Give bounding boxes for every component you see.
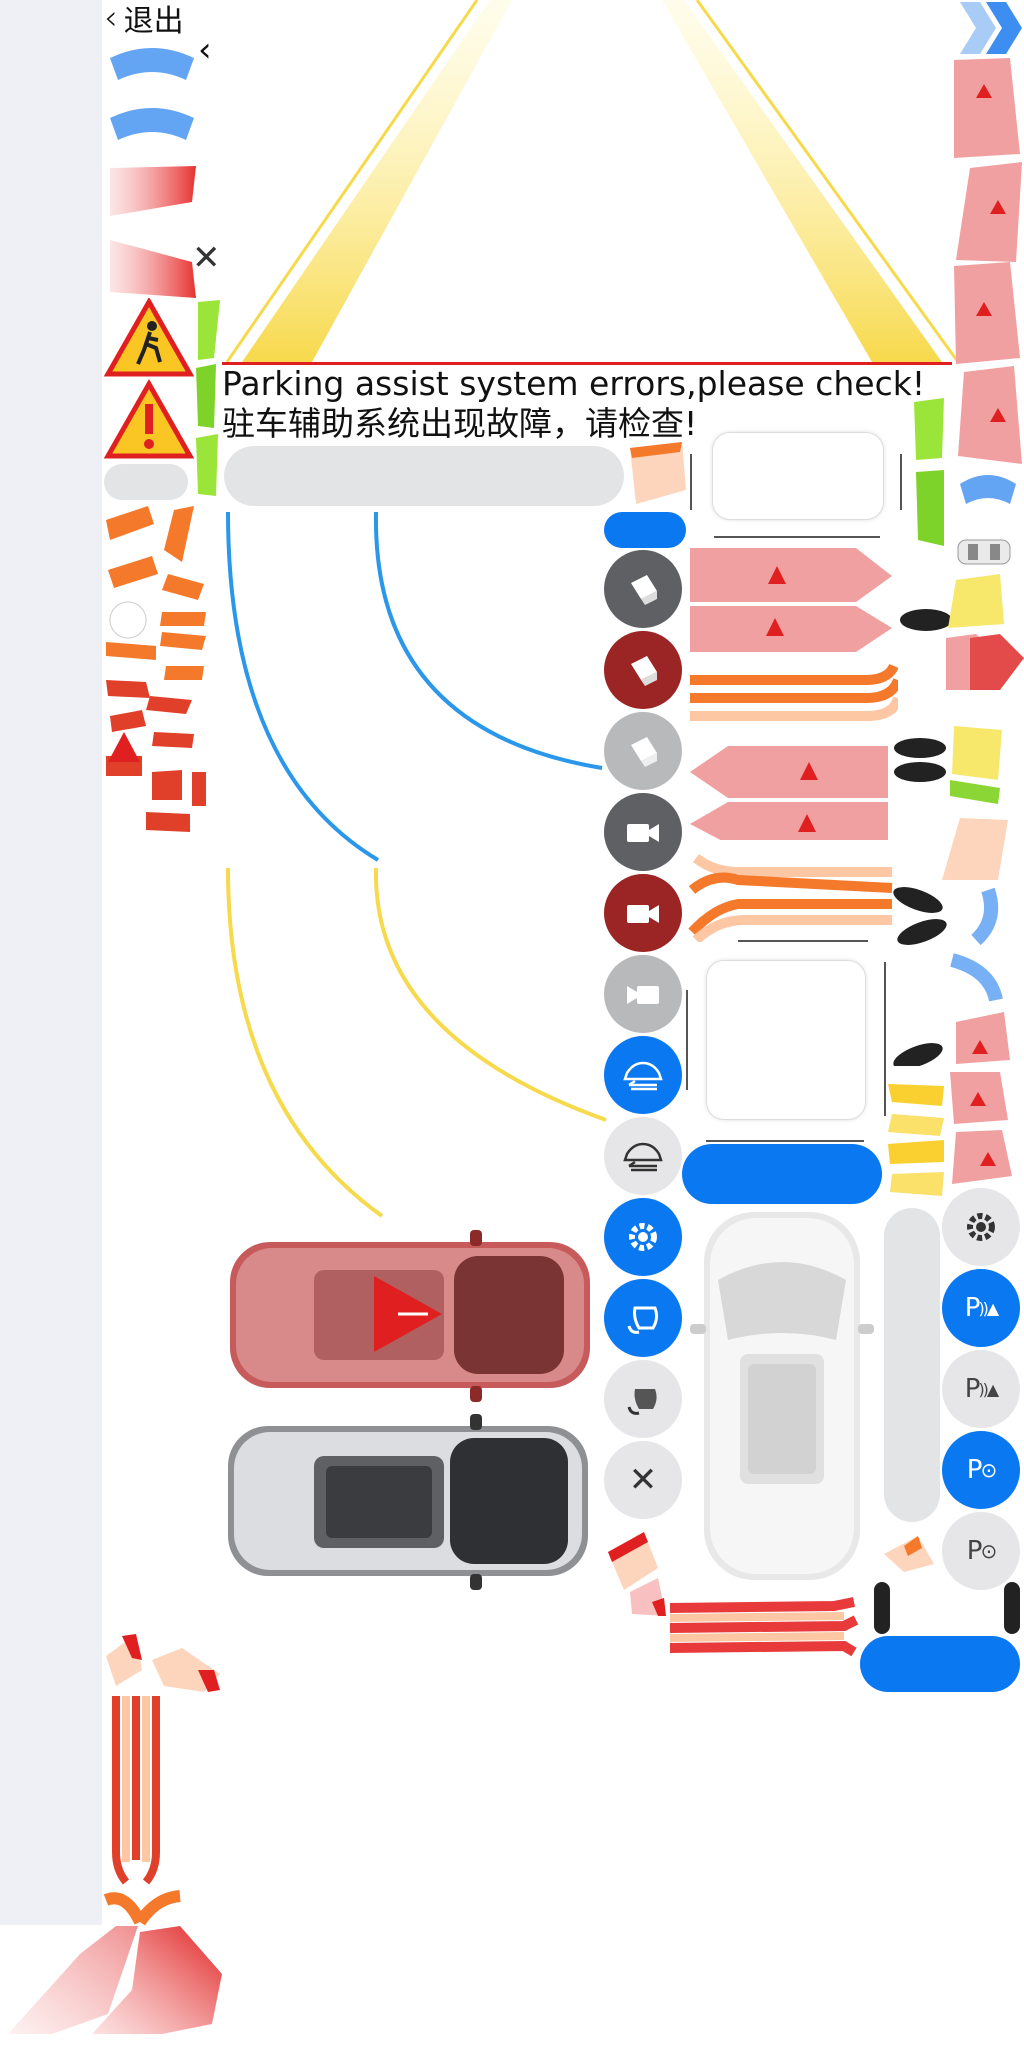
exit-label: 退出 [123,4,184,39]
close-button[interactable]: ✕ [604,1441,682,1519]
toggle-pill [104,464,188,500]
sensor-segments-graphic [106,506,206,832]
sensor-level-graphic [914,398,944,546]
sensor-level-graphic [942,574,1024,1184]
sonar-arc-graphic [110,48,194,140]
park-sensor-icon: P [964,1374,981,1404]
warning-zone-graphic [954,58,1022,464]
confirm-pill[interactable] [860,1636,1020,1692]
park-sensor-active-button[interactable]: P))▲ [942,1269,1020,1347]
divider [884,962,886,1116]
gear-icon [967,1213,995,1241]
car-swap-button[interactable] [604,1117,682,1195]
settings-button[interactable] [942,1188,1020,1266]
exit-button[interactable]: ‹ 退出 [104,0,184,39]
double-chevron-right-icon [960,2,1022,54]
double-chevron-right-icon [8,1926,222,2034]
park-assist-active-button[interactable]: P ⊙ [942,1431,1020,1509]
alert-title-en: Parking assist system errors,please chec… [222,364,926,403]
camera-3d-disabled-button[interactable] [604,712,682,790]
divider [738,940,868,942]
trajectory-line-graphic [226,867,607,1218]
guide-beam-graphic [225,0,960,363]
video-camera-icon [627,905,659,923]
park-sensor-icon: P [964,1293,981,1323]
car-silver-graphic [228,1414,588,1590]
divider [900,454,902,510]
close-icon: ✕ [628,1460,658,1500]
car-swap-icon [623,1142,663,1172]
asset-sidebar-strip [0,0,102,1925]
cube-icon [631,656,657,686]
divider [714,536,880,538]
divider [690,454,692,510]
preview-tile[interactable] [706,960,866,1120]
chevron-left-icon: ‹ [104,0,118,38]
camera-disabled-button[interactable] [604,955,682,1033]
sonar-arc-graphic [960,475,1016,504]
action-pill[interactable] [682,1144,882,1204]
car-swap-icon [623,1061,663,1091]
lane-guide-graphic [103,1634,220,1926]
mirror-active-button[interactable] [604,1279,682,1357]
cube-icon [631,575,657,605]
mirror-button[interactable] [604,1360,682,1438]
sensor-zone-graphic [110,166,196,298]
status-bar [224,446,624,506]
gear-icon [629,1223,657,1251]
trajectory-line-graphic [226,511,603,862]
video-camera-icon [627,986,659,1004]
cube-icon [631,737,657,767]
video-camera-icon [627,824,659,842]
divider [706,1140,864,1142]
settings-active-button[interactable] [604,1198,682,1276]
sensor-level-graphic [196,300,220,496]
camera-view-controls: ✕ [604,550,684,1519]
park-sensor-button[interactable]: P))▲ [942,1350,1020,1428]
park-wheel-icon: P [966,1455,983,1485]
car-red-graphic [230,1230,590,1402]
camera-3d-red-button[interactable] [604,631,682,709]
preview-tile[interactable] [712,432,884,520]
sensor-zone-graphic [630,442,686,504]
mirror-icon [627,1306,659,1334]
mirror-icon [627,1389,657,1415]
slider-track[interactable] [884,1208,940,1522]
sensor-level-graphic [888,1084,944,1196]
mode-pill[interactable] [604,512,686,548]
close-icon[interactable]: ✕ [192,238,221,278]
camera-red-button[interactable] [604,874,682,952]
camera-dark-button[interactable] [604,793,682,871]
pedestrian-warning-icon [104,298,194,459]
camera-3d-dark-button[interactable] [604,550,682,628]
divider [686,990,688,1090]
car-swap-active-button[interactable] [604,1036,682,1114]
trajectory-line-graphic [688,853,893,942]
trajectory-arrow-graphic [690,548,898,840]
